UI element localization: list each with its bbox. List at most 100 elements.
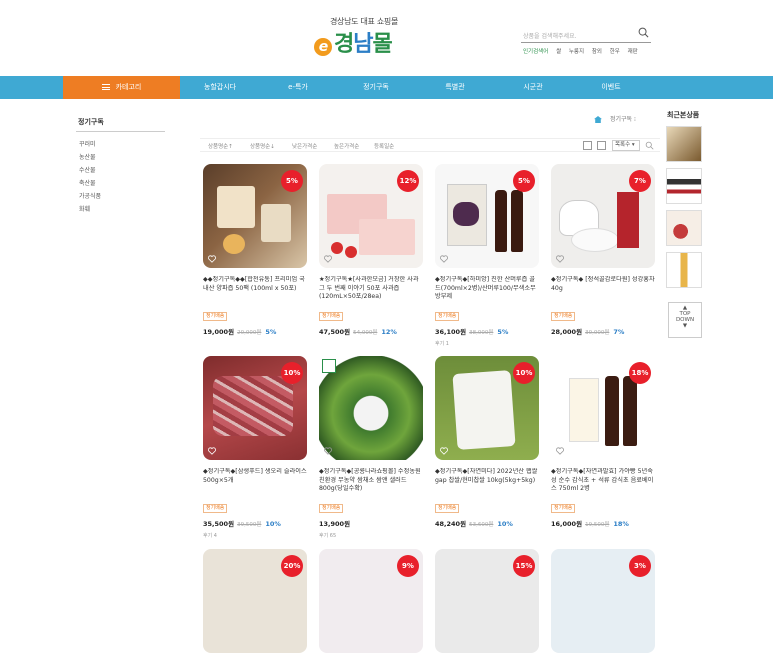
product-card[interactable]: 12% ★정기구독★[사과한모금] 거창한 사과 그 두 번째 이야기 50포 …: [319, 164, 423, 336]
product-price: 19,000원: [203, 328, 235, 336]
popular-keyword[interactable]: 쌀: [556, 49, 561, 55]
sort-option[interactable]: 상품명순↓: [250, 142, 275, 150]
original-price: 20,000원: [237, 330, 262, 336]
review-count[interactable]: 후기 65: [319, 532, 423, 539]
product-image[interactable]: 5%: [203, 164, 307, 268]
subscription-tag: 정기배송: [319, 312, 344, 321]
sidebar-item[interactable]: 꾸러미: [79, 139, 96, 148]
discount-badge: 9%: [397, 555, 419, 577]
review-count[interactable]: 후기 4: [203, 532, 307, 539]
product-price: 13,900원: [319, 520, 351, 528]
review-count[interactable]: 후기 1: [435, 340, 539, 347]
sidebar-item[interactable]: 수산물: [79, 165, 96, 174]
product-card[interactable]: 9%: [319, 549, 423, 653]
heart-icon[interactable]: [440, 447, 448, 455]
product-title[interactable]: ◆정기구독◆ [청석골감로다원] 성강홍차 40g: [551, 276, 655, 302]
discount-badge: 15%: [513, 555, 535, 577]
product-card[interactable]: 15%: [435, 549, 539, 653]
sort-bar: 상품명순↑ 상품명순↓ 낮은가격순 높은가격순 등록일순 목록수 ▾: [200, 138, 660, 152]
discount-badge: 5%: [281, 170, 303, 192]
home-icon[interactable]: [594, 116, 602, 123]
popular-keywords: 인기검색어 쌀 누룽지 참외 한우 재판: [523, 49, 638, 55]
product-image[interactable]: 12%: [319, 164, 423, 268]
main-nav: 카테고리 농할갑시다 e-특가 정기구독 특별관 시군관 이벤트: [0, 76, 773, 99]
popular-keyword[interactable]: 한우: [610, 49, 620, 55]
sort-option[interactable]: 높은가격순: [334, 142, 359, 150]
sidebar-item[interactable]: 축산물: [79, 178, 96, 187]
search-placeholder: 상품을 검색해주세요.: [523, 33, 577, 40]
recent-product-thumb[interactable]: [666, 210, 702, 246]
sidebar-item[interactable]: 가공식품: [79, 191, 101, 200]
product-card[interactable]: 10% ◆정기구독◆[자연미다] 2022년산 햅쌀 gap 찹쌀/현미찹쌀 1…: [435, 356, 539, 528]
popular-keyword[interactable]: 누룽지: [569, 49, 584, 55]
product-image[interactable]: 7%: [551, 164, 655, 268]
subscription-tag: 정기배송: [203, 312, 228, 321]
heart-icon[interactable]: [556, 447, 564, 455]
discount-rate: 12%: [381, 328, 397, 336]
product-image[interactable]: [319, 356, 423, 460]
product-card[interactable]: 3%: [551, 549, 655, 653]
grid-view-icon[interactable]: [583, 141, 592, 150]
product-image[interactable]: 15%: [435, 549, 539, 653]
product-title[interactable]: ◆정기구독◆[공룡나라쇼핑몰] 수정농원 친환경 무농약 쌈채소 쌈앤 샐러드 …: [319, 468, 423, 494]
sort-option[interactable]: 등록일순: [374, 142, 394, 150]
discount-badge: 7%: [629, 170, 651, 192]
product-image[interactable]: 10%: [203, 356, 307, 460]
recent-product-thumb[interactable]: [666, 126, 702, 162]
heart-icon[interactable]: [440, 255, 448, 263]
popular-keyword[interactable]: 재판: [628, 49, 638, 55]
product-image[interactable]: 18%: [551, 356, 655, 460]
header: 경상남도 대표 쇼핑몰 e 경남몰 상품을 검색해주세요. 인기검색어 쌀 누룽지…: [0, 0, 773, 76]
product-image[interactable]: 5%: [435, 164, 539, 268]
sort-option[interactable]: 상품명순↑: [208, 142, 233, 150]
original-price: 19,500원: [585, 522, 610, 528]
product-card[interactable]: 5% ◆◆정기구독◆◆[합천유통] 프리미엄 국내산 양파즙 50팩 (100m…: [203, 164, 307, 336]
chevron-down-icon[interactable]: ▼: [669, 323, 701, 329]
search-icon[interactable]: [645, 141, 654, 150]
nav-item-city-hall[interactable]: 시군관: [503, 76, 563, 99]
heart-icon[interactable]: [324, 447, 332, 455]
sidebar-item[interactable]: 농산물: [79, 152, 96, 161]
list-view-icon[interactable]: [597, 141, 606, 150]
nav-item-e-special[interactable]: e-특가: [268, 76, 328, 99]
heart-icon[interactable]: [208, 447, 216, 455]
nav-item-nonghal[interactable]: 농할갑시다: [190, 76, 250, 99]
breadcrumb: 정기구독 ⁝: [594, 114, 636, 123]
category-menu-button[interactable]: 카테고리: [63, 76, 180, 99]
nav-item-special-hall[interactable]: 특별관: [425, 76, 485, 99]
product-title[interactable]: ◆정기구독◆[하미앙] 진한 산머루즙 골드(700ml×2병)/산머루100/…: [435, 276, 539, 302]
product-image[interactable]: 20%: [203, 549, 307, 653]
subscription-tag: 정기배송: [203, 504, 228, 513]
product-card[interactable]: 20%: [203, 549, 307, 653]
product-title[interactable]: ◆정기구독◆[자연과발효] 가야빵 5년숙성 순수 감식초 + 석류 감식초 음…: [551, 468, 655, 494]
product-image[interactable]: 3%: [551, 549, 655, 653]
product-title[interactable]: ★정기구독★[사과한모금] 거창한 사과 그 두 번째 이야기 50포 사과즙 …: [319, 276, 423, 302]
product-card[interactable]: 7% ◆정기구독◆ [청석골감로다원] 성강홍차 40g 정기배송 28,000…: [551, 164, 655, 336]
heart-icon[interactable]: [324, 255, 332, 263]
product-card[interactable]: 18% ◆정기구독◆[자연과발효] 가야빵 5년숙성 순수 감식초 + 석류 감…: [551, 356, 655, 528]
product-card[interactable]: 10% ◆정기구독◆[삼생푸드] 생오리 슬라이스 500g×5개 정기배송 3…: [203, 356, 307, 539]
product-title[interactable]: ◆정기구독◆[삼생푸드] 생오리 슬라이스 500g×5개: [203, 468, 307, 494]
heart-icon[interactable]: [208, 255, 216, 263]
product-image[interactable]: 9%: [319, 549, 423, 653]
product-price: 47,500원: [319, 328, 351, 336]
sidebar-item[interactable]: 화훼: [79, 204, 90, 213]
product-title[interactable]: ◆정기구독◆[자연미다] 2022년산 햅쌀 gap 찹쌀/현미찹쌀 10kg(…: [435, 468, 539, 494]
search-input[interactable]: 상품을 검색해주세요.: [521, 27, 651, 43]
product-title[interactable]: ◆◆정기구독◆◆[합천유통] 프리미엄 국내산 양파즙 50팩 (100ml x…: [203, 276, 307, 302]
nav-item-event[interactable]: 이벤트: [581, 76, 641, 99]
popular-keyword[interactable]: 참외: [592, 49, 602, 55]
product-card[interactable]: ◆정기구독◆[공룡나라쇼핑몰] 수정농원 친환경 무농약 쌈채소 쌈앤 샐러드 …: [319, 356, 423, 539]
recent-product-thumb[interactable]: [666, 168, 702, 204]
site-logo[interactable]: e 경남몰: [314, 26, 393, 58]
sort-option[interactable]: 낮은가격순: [292, 142, 317, 150]
nav-item-subscription[interactable]: 정기구독: [346, 76, 406, 99]
discount-badge: 12%: [397, 170, 419, 192]
product-card[interactable]: 5% ◆정기구독◆[하미앙] 진한 산머루즙 골드(700ml×2병)/산머루1…: [435, 164, 539, 347]
product-image[interactable]: 10%: [435, 356, 539, 460]
subscription-tag: 정기배송: [435, 504, 460, 513]
search-icon[interactable]: [638, 27, 649, 38]
heart-icon[interactable]: [556, 255, 564, 263]
recent-product-thumb[interactable]: [666, 252, 702, 288]
list-count-select[interactable]: 목록수 ▾: [612, 140, 640, 151]
